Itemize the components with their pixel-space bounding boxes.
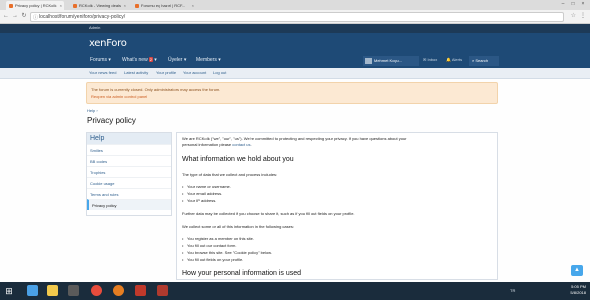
avatar bbox=[365, 58, 372, 64]
browser-tab-forum[interactable]: Forumu eç hazırl | RCF... × bbox=[132, 1, 196, 10]
further-data-text: Further data may be collected if you cho… bbox=[182, 211, 355, 216]
sidebar-item-terms[interactable]: Terms and rules bbox=[87, 188, 171, 199]
forum-nav: Forums ▾ What's new 2 ▾ Üyeler ▾ Members … bbox=[0, 54, 590, 68]
list-item: You register as a member on this site. bbox=[182, 236, 254, 241]
subnav-news-feed[interactable]: Your news feed bbox=[89, 70, 116, 75]
user-menu[interactable]: Mehmet Koçu... bbox=[363, 56, 419, 66]
sidebar-heading: Help bbox=[87, 133, 171, 144]
nav-users[interactable]: Üyeler ▾ bbox=[168, 57, 186, 63]
list-item: You fill out fields on your profile. bbox=[182, 257, 243, 262]
admin-link[interactable]: Admin bbox=[89, 25, 100, 30]
forum-header: xenForo bbox=[0, 33, 590, 54]
list-item: You fill out our contact form. bbox=[182, 243, 236, 248]
close-tab-icon[interactable]: × bbox=[192, 1, 194, 10]
search-button[interactable]: ⌕ Search bbox=[469, 56, 499, 66]
subnav-logout[interactable]: Log out bbox=[213, 70, 226, 75]
media-player-icon[interactable] bbox=[68, 285, 79, 296]
minimize-icon[interactable]: – bbox=[558, 1, 568, 7]
nav-whats-new[interactable]: What's new 2 ▾ bbox=[122, 57, 157, 63]
list-item: Your IP address. bbox=[182, 198, 216, 203]
search-icon: ⌕ bbox=[472, 58, 475, 63]
url-input[interactable]: ⓘ localhost/forum/yeniforo/privacy-polic… bbox=[30, 12, 564, 22]
section-heading: What information we hold about you bbox=[182, 156, 294, 163]
reload-icon[interactable]: ↻ bbox=[20, 12, 28, 21]
browser-tab-bar: Privacy policy | RCKoIk × RCKoIk - Viewi… bbox=[0, 0, 590, 10]
whats-new-badge: 2 bbox=[148, 57, 153, 62]
window-controls: – □ × bbox=[558, 1, 588, 7]
chrome-icon[interactable] bbox=[91, 285, 102, 296]
list-item: Your name or username. bbox=[182, 184, 231, 189]
forward-icon[interactable]: → bbox=[11, 12, 19, 21]
list-item: Your email address. bbox=[182, 191, 222, 196]
favicon-icon bbox=[135, 4, 139, 8]
scroll-to-top-button[interactable]: ▲ bbox=[571, 265, 583, 276]
close-tab-icon[interactable]: × bbox=[124, 1, 126, 10]
clock[interactable]: 5:05 PM 5/8/2018 bbox=[570, 284, 586, 296]
system-tray[interactable]: TR bbox=[510, 288, 515, 293]
intro-text-2: personal information please contact us. bbox=[182, 142, 252, 147]
close-tab-icon[interactable]: × bbox=[60, 1, 62, 10]
sidebar-item-bb-codes[interactable]: BB codes bbox=[87, 155, 171, 166]
bookmark-star-icon[interactable]: ☆ bbox=[571, 12, 576, 19]
reopen-link[interactable]: Reopen via admin control panel bbox=[91, 94, 147, 99]
firefox-icon[interactable] bbox=[113, 285, 124, 296]
contact-us-link[interactable]: contact us bbox=[232, 142, 250, 147]
section-heading: How your personal information is used bbox=[182, 270, 302, 277]
info-icon: ⓘ bbox=[33, 15, 39, 21]
forum-logo[interactable]: xenForo bbox=[89, 38, 127, 49]
help-sidebar: Help Smilies BB codes Trophies Cookie us… bbox=[86, 132, 172, 216]
nav-members[interactable]: Members ▾ bbox=[196, 57, 221, 63]
close-window-icon[interactable]: × bbox=[578, 1, 588, 7]
sidebar-item-cookie-usage[interactable]: Cookie usage bbox=[87, 177, 171, 188]
nav-forums[interactable]: Forums ▾ bbox=[90, 57, 111, 63]
intro-text: We are RCKoIk ("we", "our", "us"). We're… bbox=[182, 136, 407, 141]
sidebar-item-smilies[interactable]: Smilies bbox=[87, 144, 171, 155]
page-title: Privacy policy bbox=[87, 116, 136, 125]
inbox-link[interactable]: ✉ Inbox bbox=[423, 57, 437, 62]
maximize-icon[interactable]: □ bbox=[568, 1, 578, 7]
subnav-latest-activity[interactable]: Latest activity bbox=[124, 70, 148, 75]
forum-closed-notice: The forum is currently closed. Only admi… bbox=[86, 82, 498, 104]
favicon-icon bbox=[9, 4, 13, 8]
browser-tab-viewing[interactable]: RCKoIk - Viewing deals × bbox=[70, 1, 128, 10]
app-icon[interactable] bbox=[135, 285, 146, 296]
ie-icon[interactable] bbox=[27, 285, 38, 296]
admin-bar: Admin bbox=[0, 24, 590, 33]
subnav-profile[interactable]: Your profile bbox=[156, 70, 176, 75]
windows-taskbar: ⊞ TR 5:05 PM 5/8/2018 bbox=[0, 282, 590, 300]
windows-start-icon[interactable]: ⊞ bbox=[3, 285, 15, 297]
cases-intro: We collect some or all of this informati… bbox=[182, 224, 294, 229]
back-icon[interactable]: ← bbox=[2, 12, 10, 21]
filezilla-icon[interactable] bbox=[157, 285, 168, 296]
browser-tab-privacy-policy[interactable]: Privacy policy | RCKoIk × bbox=[6, 1, 64, 10]
favicon-icon bbox=[73, 4, 77, 8]
arrow-up-icon: ▲ bbox=[574, 267, 580, 273]
sidebar-item-privacy-policy[interactable]: Privacy policy bbox=[87, 199, 171, 210]
privacy-policy-content: We are RCKoIk ("we", "our", "us"). We're… bbox=[176, 132, 498, 280]
sidebar-item-trophies[interactable]: Trophies bbox=[87, 166, 171, 177]
file-explorer-icon[interactable] bbox=[47, 285, 58, 296]
alerts-link[interactable]: 🔔 Alerts bbox=[446, 57, 462, 62]
breadcrumb[interactable]: Help › bbox=[87, 108, 98, 113]
list-item: You browse this site. See "Cookie policy… bbox=[182, 250, 272, 255]
browser-menu-icon[interactable]: ⋮ bbox=[580, 12, 586, 19]
types-intro: The type of data that we collect and pro… bbox=[182, 172, 278, 177]
subnav-account[interactable]: Your account bbox=[183, 70, 206, 75]
address-bar: ← → ↻ ⓘ localhost/forum/yeniforo/privacy… bbox=[0, 10, 590, 24]
forum-subnav: Your news feed Latest activity Your prof… bbox=[0, 68, 590, 79]
